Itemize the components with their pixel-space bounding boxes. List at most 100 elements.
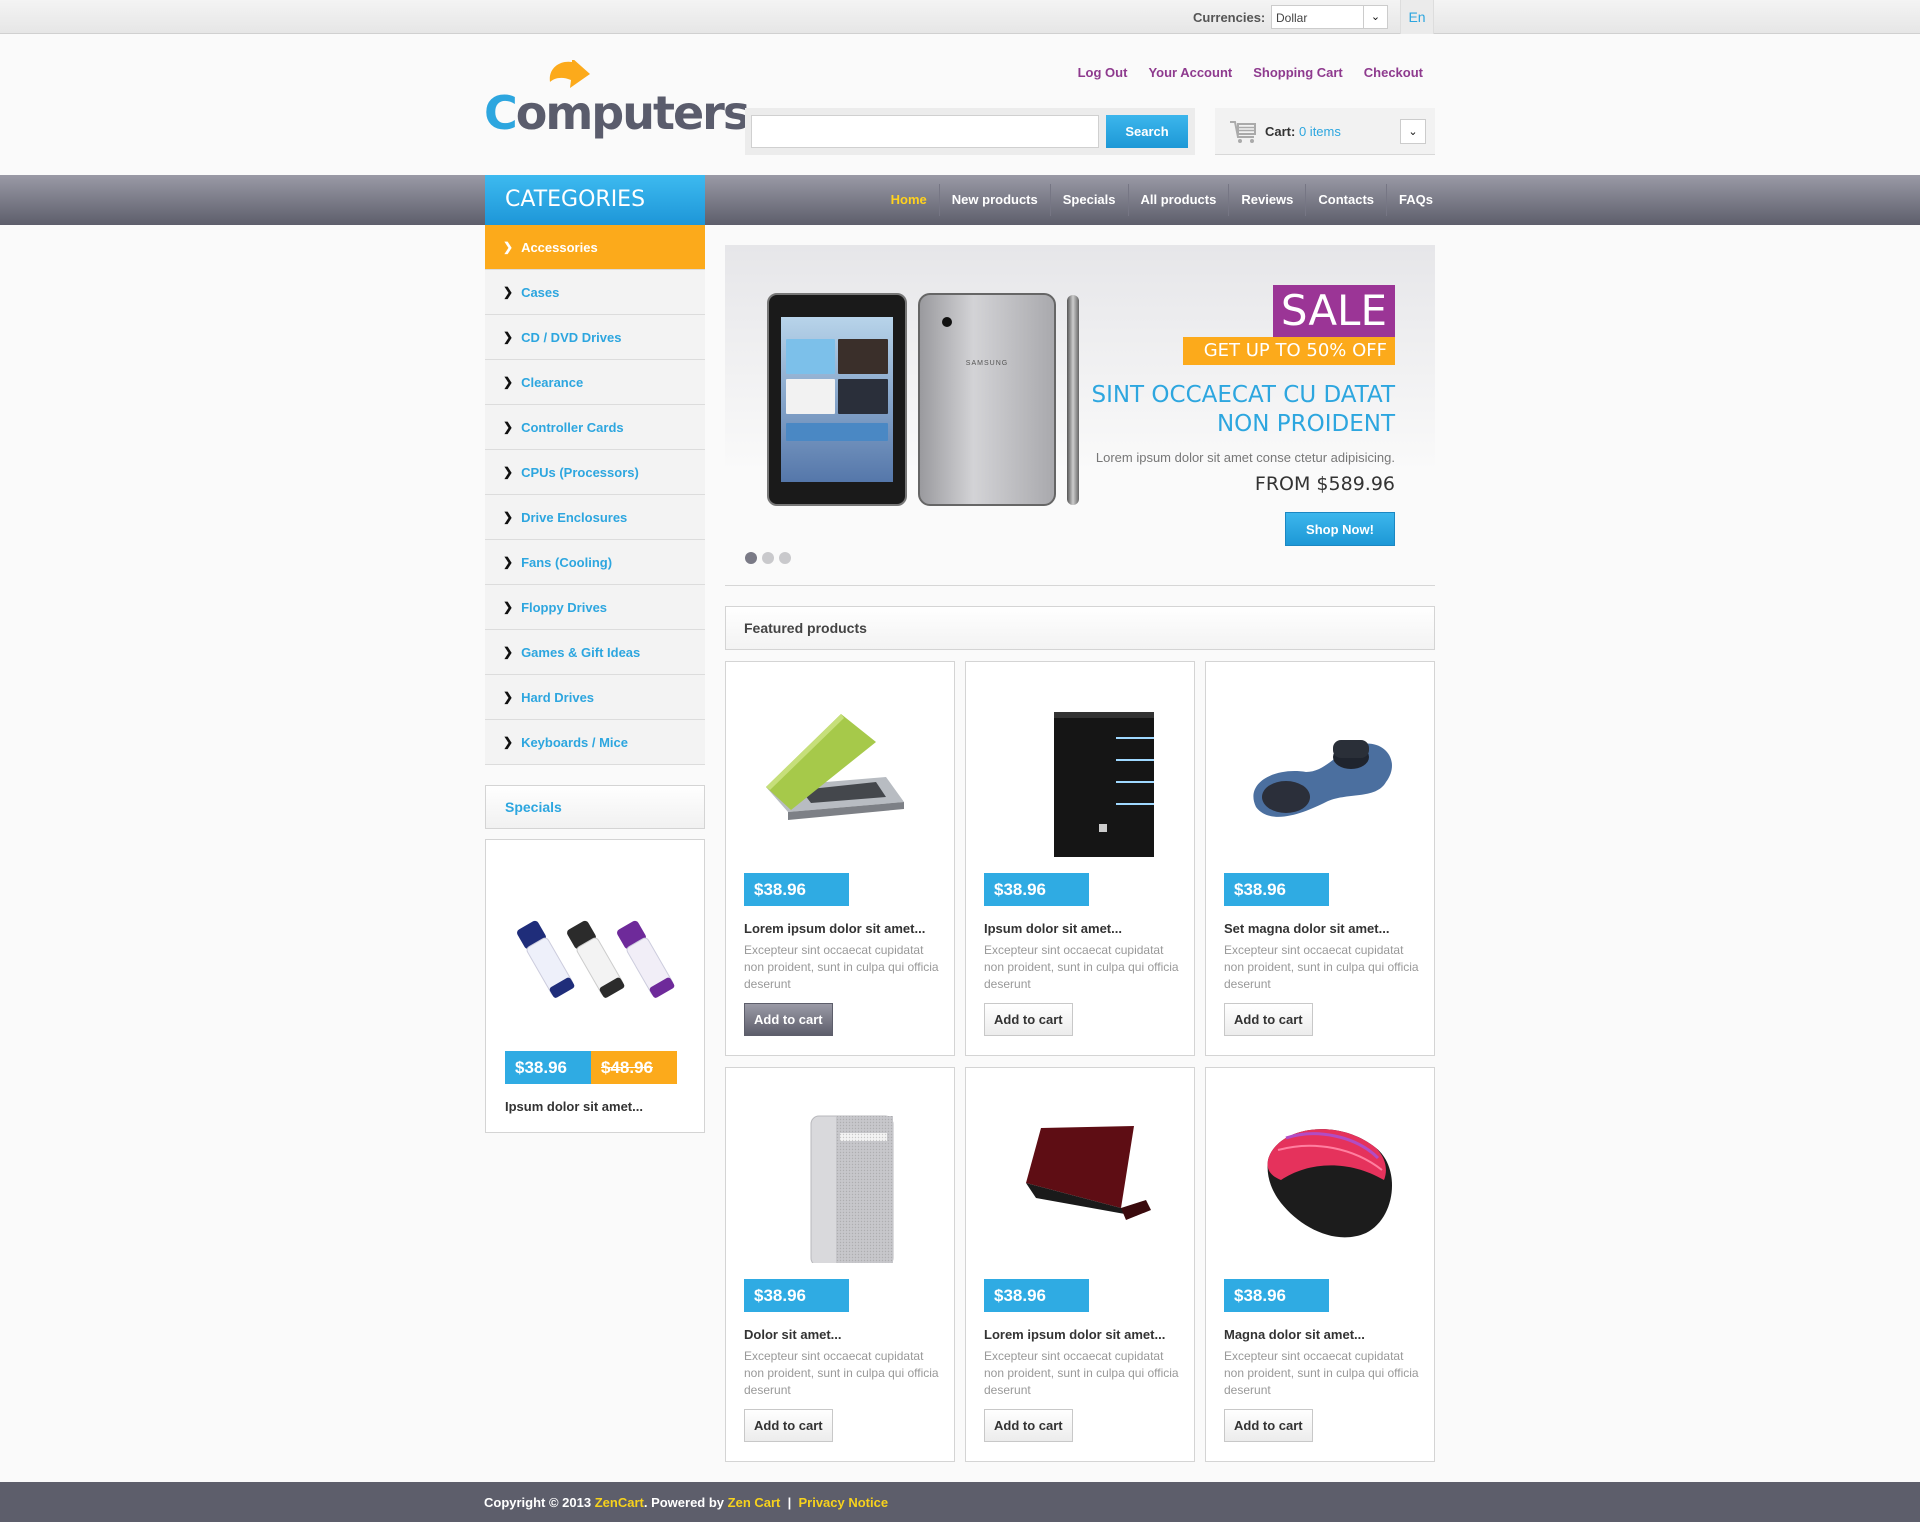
search-box: Search: [745, 108, 1195, 155]
3d-mouse-image[interactable]: [1226, 682, 1416, 857]
chevron-right-icon: ❯: [503, 735, 514, 749]
silver-tower-image[interactable]: [746, 1088, 936, 1263]
slider-pagination: [745, 552, 791, 564]
add-to-cart-button[interactable]: Add to cart: [1224, 1409, 1313, 1442]
product-card: $38.96 Set magna dolor sit amet... Excep…: [1205, 661, 1435, 1056]
product-name[interactable]: Ipsum dolor sit amet...: [984, 921, 1122, 936]
green-laptop-image[interactable]: [746, 682, 936, 857]
header-links: Log Out Your Account Shopping Cart Check…: [1078, 65, 1423, 80]
cart-label: Cart: 0 items: [1265, 124, 1341, 139]
category-item[interactable]: ❯ Clearance: [485, 360, 705, 405]
cart-items-count: 0 items: [1298, 124, 1341, 139]
product-price: $38.96: [1224, 873, 1329, 906]
category-item[interactable]: ❯ Drive Enclosures: [485, 495, 705, 540]
add-to-cart-button[interactable]: Add to cart: [984, 1409, 1073, 1442]
chevron-down-icon[interactable]: ⌄: [1363, 6, 1387, 28]
search-input[interactable]: [751, 115, 1099, 148]
cart-summary[interactable]: Cart: 0 items ⌄: [1215, 108, 1435, 155]
category-item[interactable]: ❯ Controller Cards: [485, 405, 705, 450]
special-old-price: $48.96: [591, 1051, 677, 1084]
product-card: $38.96 Dolor sit amet... Excepteur sint …: [725, 1067, 955, 1462]
footer: Copyright © 2013 ZenCart. Powered by Zen…: [0, 1482, 1920, 1522]
add-to-cart-button[interactable]: Add to cart: [744, 1003, 833, 1036]
logo-text: Computers: [484, 86, 750, 140]
discount-banner: GET UP TO 50% OFF: [1183, 337, 1395, 365]
category-item[interactable]: ❯ Fans (Cooling): [485, 540, 705, 585]
categories-heading: CATEGORIES: [485, 175, 705, 225]
product-price: $38.96: [984, 873, 1089, 906]
category-item[interactable]: ❯ Accessories: [485, 225, 705, 270]
product-name[interactable]: Dolor sit amet...: [744, 1327, 842, 1342]
nav-new-products[interactable]: New products: [938, 184, 1050, 216]
main-nav: Home New products Specials All products …: [879, 175, 1435, 225]
pink-mouse-image[interactable]: [1226, 1088, 1416, 1263]
cart-dropdown-chevron-icon[interactable]: ⌄: [1400, 119, 1426, 144]
chevron-right-icon: ❯: [503, 555, 514, 569]
divider: [725, 585, 1435, 586]
add-to-cart-button[interactable]: Add to cart: [744, 1409, 833, 1442]
logo[interactable]: Computers: [484, 60, 750, 150]
product-name[interactable]: Set magna dolor sit amet...: [1224, 921, 1389, 936]
category-item[interactable]: ❯ Hard Drives: [485, 675, 705, 720]
category-item[interactable]: ❯ Keyboards / Mice: [485, 720, 705, 765]
slide-title: SINT OCCAECAT CU DATAT NON PROIDENT: [1091, 382, 1395, 437]
language-link[interactable]: En: [1400, 0, 1434, 34]
featured-heading: Featured products: [725, 606, 1435, 650]
promo-slider[interactable]: SAMSUNG SALE GET UP TO 50% OFF SINT OCCA…: [725, 245, 1435, 570]
product-price: $38.96: [744, 1279, 849, 1312]
top-bar: Currencies: Dollar ⌄ En: [0, 0, 1920, 34]
currency-select[interactable]: Dollar ⌄: [1271, 5, 1388, 29]
red-netbook-image[interactable]: [986, 1088, 1176, 1263]
category-item[interactable]: ❯ Floppy Drives: [485, 585, 705, 630]
zencart-link[interactable]: ZenCart: [595, 1495, 644, 1510]
special-price: $38.96: [505, 1051, 591, 1084]
usb-drives-image[interactable]: [516, 910, 676, 1010]
product-description: Excepteur sint occaecat cupidatat non pr…: [1224, 943, 1419, 991]
slider-dot[interactable]: [779, 552, 791, 564]
special-product-name[interactable]: Ipsum dolor sit amet...: [505, 1099, 643, 1114]
tablet-front-image: [767, 293, 907, 506]
add-to-cart-button[interactable]: Add to cart: [1224, 1003, 1313, 1036]
slider-dot[interactable]: [745, 552, 757, 564]
shop-now-button[interactable]: Shop Now!: [1285, 512, 1395, 546]
nav-faqs[interactable]: FAQs: [1386, 184, 1435, 216]
slider-dot[interactable]: [762, 552, 774, 564]
category-item[interactable]: ❯ Games & Gift Ideas: [485, 630, 705, 675]
add-to-cart-button[interactable]: Add to cart: [984, 1003, 1073, 1036]
specials-product: $38.96 $48.96 Ipsum dolor sit amet...: [485, 839, 705, 1133]
nav-home[interactable]: Home: [879, 184, 939, 216]
product-card: $38.96 Lorem ipsum dolor sit amet... Exc…: [725, 661, 955, 1056]
category-item[interactable]: ❯ CPUs (Processors): [485, 450, 705, 495]
chevron-right-icon: ❯: [503, 465, 514, 479]
chevron-right-icon: ❯: [503, 240, 514, 254]
nav-specials[interactable]: Specials: [1049, 184, 1128, 216]
product-card: $38.96 Lorem ipsum dolor sit amet... Exc…: [965, 1067, 1195, 1462]
search-button[interactable]: Search: [1106, 115, 1188, 148]
checkout-link[interactable]: Checkout: [1364, 65, 1423, 80]
specials-heading[interactable]: Specials: [485, 785, 705, 829]
zen-cart-link[interactable]: Zen Cart: [728, 1495, 781, 1510]
chevron-right-icon: ❯: [503, 690, 514, 704]
nav-contacts[interactable]: Contacts: [1305, 184, 1386, 216]
category-list: ❯ Accessories ❯ Cases ❯ CD / DVD Drives ❯ Cl…: [485, 225, 705, 765]
your-account-link[interactable]: Your Account: [1148, 65, 1232, 80]
black-tower-pc-image[interactable]: [986, 682, 1176, 857]
log-out-link[interactable]: Log Out: [1078, 65, 1128, 80]
product-price: $38.96: [744, 873, 849, 906]
chevron-right-icon: ❯: [503, 285, 514, 299]
chevron-right-icon: ❯: [503, 600, 514, 614]
product-name[interactable]: Lorem ipsum dolor sit amet...: [984, 1327, 1165, 1342]
product-description: Excepteur sint occaecat cupidatat non pr…: [744, 1349, 939, 1397]
privacy-notice-link[interactable]: Privacy Notice: [798, 1495, 888, 1510]
shopping-cart-link[interactable]: Shopping Cart: [1253, 65, 1343, 80]
currencies-label: Currencies:: [1193, 10, 1266, 25]
product-name[interactable]: Lorem ipsum dolor sit amet...: [744, 921, 925, 936]
nav-all-products[interactable]: All products: [1127, 184, 1229, 216]
product-description: Excepteur sint occaecat cupidatat non pr…: [984, 1349, 1179, 1397]
nav-reviews[interactable]: Reviews: [1228, 184, 1305, 216]
product-name[interactable]: Magna dolor sit amet...: [1224, 1327, 1365, 1342]
product-description: Excepteur sint occaecat cupidatat non pr…: [1224, 1349, 1419, 1397]
category-item[interactable]: ❯ CD / DVD Drives: [485, 315, 705, 360]
cart-icon: [1230, 121, 1256, 143]
category-item[interactable]: ❯ Cases: [485, 270, 705, 315]
